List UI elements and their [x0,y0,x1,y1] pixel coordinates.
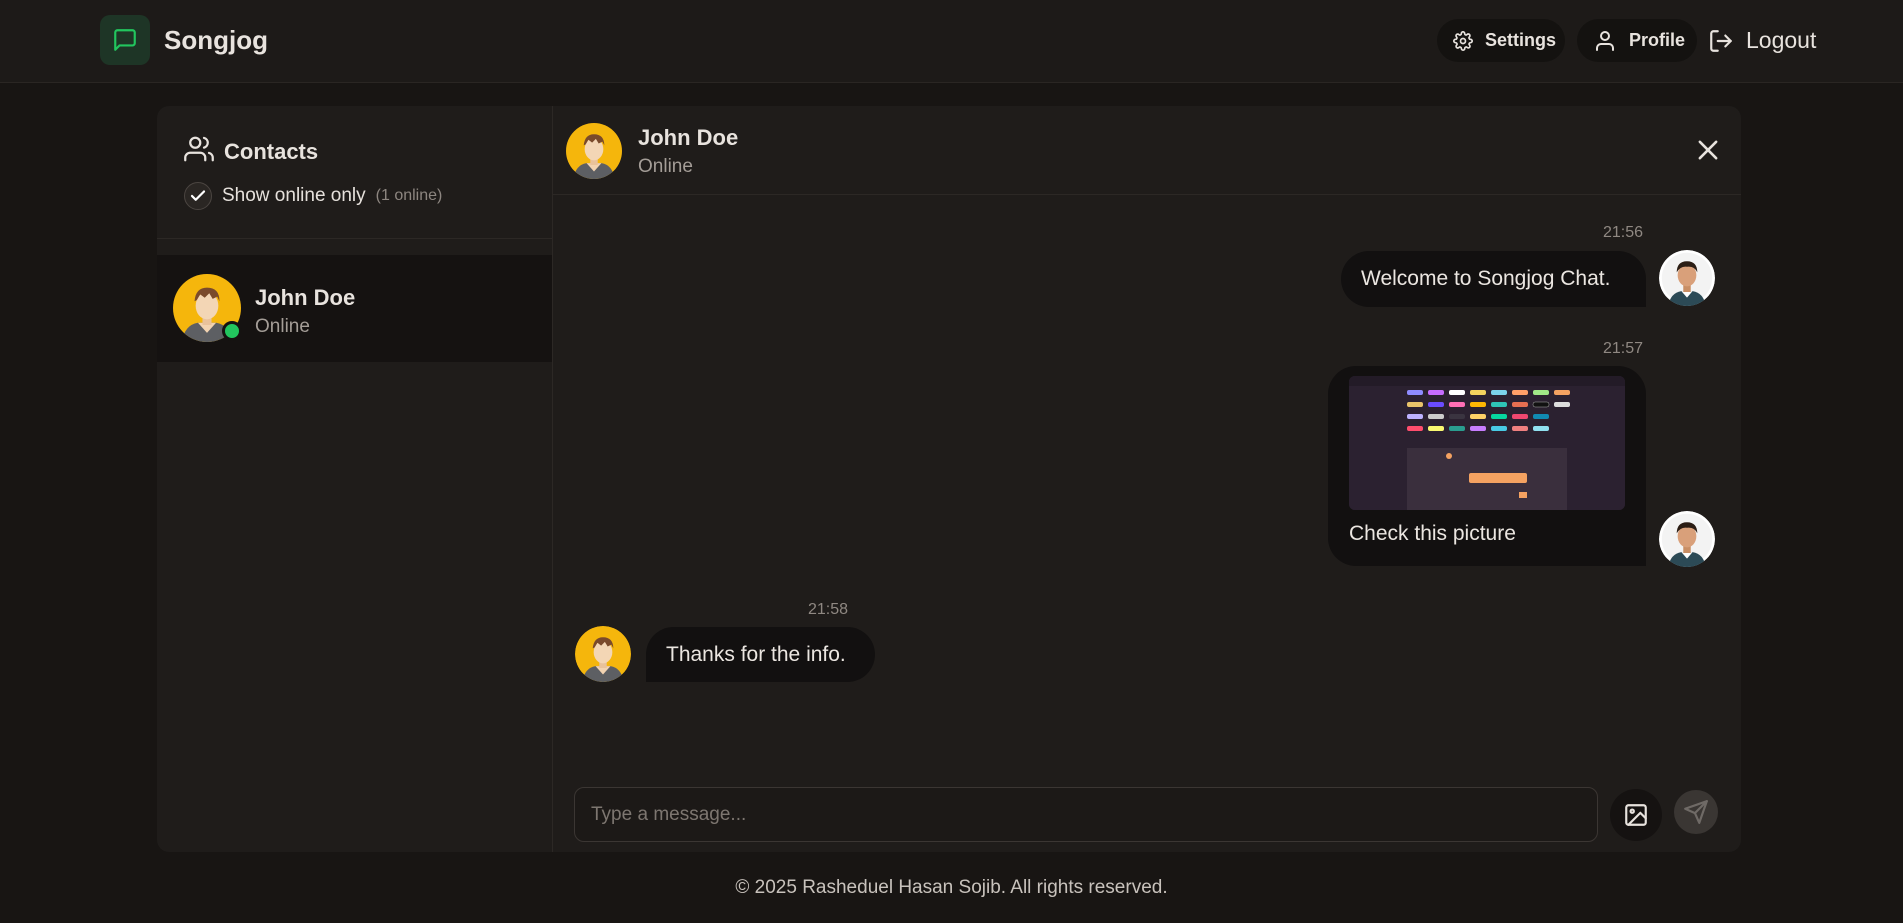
online-only-label: Show online only [222,185,366,206]
message-time: 21:57 [1603,340,1644,357]
message-bubble-image: Check this picture [1328,366,1646,566]
contacts-sidebar: Contacts Show online only (1 online) Joh… [157,106,553,852]
profile-label: Profile [1629,30,1686,50]
online-count: (1 online) [375,187,443,204]
online-only-checkbox[interactable] [184,182,212,210]
message-time: 21:56 [1603,224,1644,241]
close-chat-button[interactable] [1693,135,1723,165]
show-online-only-toggle[interactable]: Show online only (1 online) [184,182,442,210]
logout-label: Logout [1746,27,1817,53]
users-icon [184,134,214,169]
contacts-header: Contacts Show online only (1 online) [157,106,552,239]
check-icon [190,190,206,201]
send-icon [1684,800,1708,824]
chat-header-avatar [566,123,622,179]
contact-status: Online [255,316,310,337]
attach-image-button[interactable] [1610,789,1662,841]
footer: © 2025 Rasheduel Hasan Sojib. All rights… [0,852,1903,923]
contacts-title: Contacts [184,134,318,169]
chat-contact-name: John Doe [638,125,739,150]
chat-header: John Doe Online [553,106,1741,195]
message-text: Welcome to Songjog Chat. [1361,267,1611,290]
message-input[interactable] [574,787,1598,842]
logout-button[interactable]: Logout [1708,19,1818,62]
gear-icon [1453,30,1473,51]
chat-bubble-icon [100,15,150,65]
send-button[interactable] [1674,790,1718,834]
brand[interactable]: Songjog [100,15,268,65]
chat-container: Contacts Show online only (1 online) Joh… [157,106,1741,852]
message-text: Check this picture [1349,522,1516,545]
contact-avatar [575,626,631,682]
attached-image[interactable] [1349,376,1625,510]
image-icon [1625,804,1647,826]
brand-name: Songjog [164,24,268,55]
online-indicator [222,321,242,341]
contact-name: John Doe [255,285,356,310]
profile-button[interactable]: Profile [1577,19,1697,62]
my-avatar [1659,250,1715,306]
user-icon [1593,29,1617,53]
avatar [173,274,242,342]
chat-contact-status: Online [638,156,693,177]
close-icon [1698,140,1718,160]
message-bubble-outgoing: Welcome to Songjog Chat. [1341,251,1646,307]
message-composer [553,766,1741,852]
my-avatar [1659,511,1715,567]
logout-icon [1708,28,1734,54]
settings-label: Settings [1485,30,1557,50]
contact-item-john-doe[interactable]: John Doe Online [157,255,552,362]
chat-panel: John Doe Online 21:56 Welcome to Songjog… [553,106,1741,852]
top-navbar: Songjog Settings Profile Logout [0,0,1903,83]
message-text: Thanks for the info. [666,642,846,666]
settings-button[interactable]: Settings [1437,19,1565,62]
copyright-text: © 2025 Rasheduel Hasan Sojib. All rights… [735,876,1168,898]
contacts-heading: Contacts [224,138,319,164]
message-bubble-incoming: Thanks for the info. [646,627,875,682]
message-time: 21:58 [808,601,849,618]
